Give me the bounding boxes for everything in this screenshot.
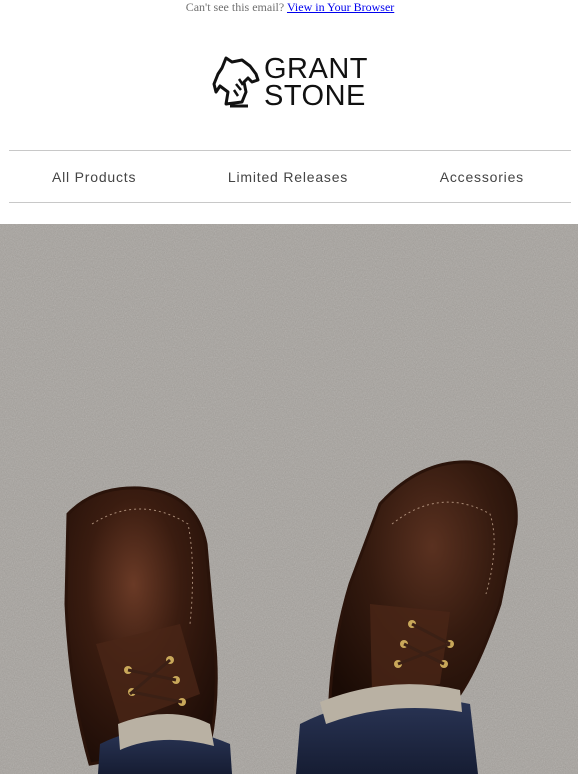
brand-line-2: STONE [264, 80, 366, 112]
main-nav: All Products Limited Releases Accessorie… [9, 150, 571, 203]
nav-accessories[interactable]: Accessories [440, 169, 524, 185]
hero-image[interactable] [0, 224, 578, 774]
horse-head-icon [212, 52, 262, 115]
brand-header: GRANT STONE [0, 16, 580, 150]
nav-limited-releases[interactable]: Limited Releases [228, 169, 348, 185]
preheader: Can't see this email? View in Your Brows… [0, 0, 580, 16]
brand-wordmark: GRANT STONE [264, 53, 368, 112]
brand-logo[interactable]: GRANT STONE [212, 52, 368, 115]
view-in-browser-link[interactable]: View in Your Browser [287, 0, 394, 14]
brand-line-1: GRANT [264, 53, 368, 85]
hero-photo-shoes-on-concrete [0, 224, 578, 774]
preheader-text: Can't see this email? [185, 0, 285, 14]
nav-all-products[interactable]: All Products [52, 169, 136, 185]
